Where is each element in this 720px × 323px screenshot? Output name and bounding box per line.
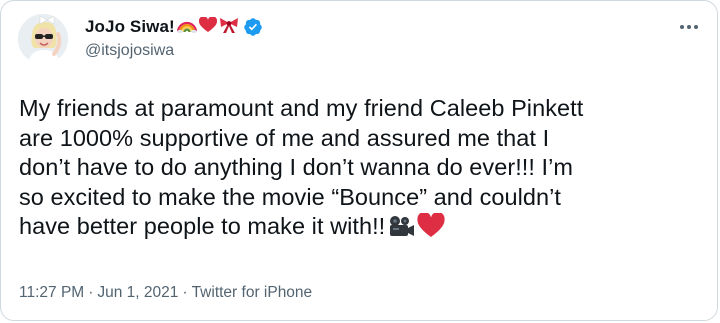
- avatar[interactable]: [18, 14, 68, 64]
- tweet-text-line: so excited to make the movie “Bounce” an…: [19, 183, 561, 210]
- tweet-text-line: My friends at paramount and my friend Ca…: [19, 95, 584, 121]
- tweet-text: My friends at paramount and my friend Ca…: [19, 94, 699, 247]
- tweet-text-line: are 1000% supportive of me and assured m…: [19, 124, 550, 151]
- tweet-text-last-line: have better people to make it with!!: [19, 212, 699, 247]
- user-handle[interactable]: @itsjojosiwa: [85, 42, 263, 60]
- red-heart-emoji: [198, 15, 217, 38]
- ribbon-emoji: [219, 16, 239, 39]
- verified-badge-icon: [243, 17, 263, 37]
- rainbow-emoji: [176, 17, 197, 38]
- separator: ·: [182, 284, 188, 301]
- display-name[interactable]: JoJo Siwa!: [85, 17, 175, 37]
- movie-camera-emoji: [387, 215, 415, 247]
- avatar-image: [18, 14, 68, 64]
- tweet-header: JoJo Siwa! @itsjojosiwa: [85, 15, 263, 60]
- red-heart-emoji: [417, 212, 445, 247]
- more-options-icon[interactable]: [677, 15, 701, 39]
- tweet-card: JoJo Siwa! @itsjojosiwa My friends at pa…: [0, 0, 718, 321]
- separator: ·: [88, 284, 94, 301]
- tweet-date[interactable]: Jun 1, 2021: [97, 284, 178, 302]
- tweet-text-line: don’t have to do anything I don’t wanna …: [19, 154, 573, 181]
- tweet-source-link[interactable]: Twitter for iPhone: [192, 284, 313, 302]
- name-row: JoJo Siwa!: [85, 15, 263, 39]
- tweet-text-line: have better people to make it with!!: [19, 213, 386, 240]
- tweet-metadata: 11:27 PM · Jun 1, 2021 · Twitter for iPh…: [19, 284, 312, 302]
- tweet-time[interactable]: 11:27 PM: [19, 284, 84, 302]
